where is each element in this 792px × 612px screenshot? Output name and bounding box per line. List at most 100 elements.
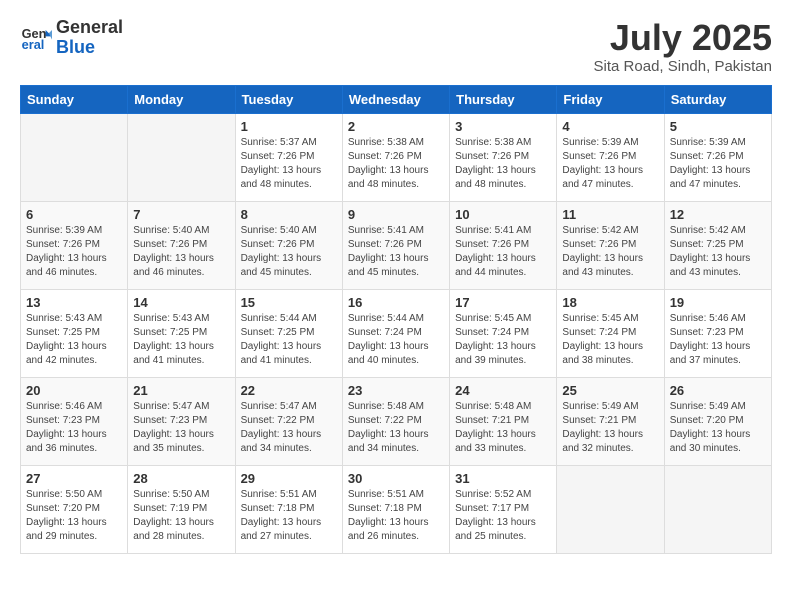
week-row-3: 13 Sunrise: 5:43 AMSunset: 7:25 PMDayligh… — [21, 289, 772, 377]
day-cell: 12 Sunrise: 5:42 AMSunset: 7:25 PMDayligh… — [664, 201, 771, 289]
day-number: 28 — [133, 471, 229, 486]
day-cell: 25Sunrise: 5:49 AMSunset: 7:21 PMDayligh… — [557, 377, 664, 465]
weekday-header-tuesday: Tuesday — [235, 85, 342, 113]
weekday-header-wednesday: Wednesday — [342, 85, 449, 113]
logo-icon: Gen eral — [20, 22, 52, 54]
day-number: 9 — [348, 207, 444, 222]
week-row-1: 1 Sunrise: 5:37 AMSunset: 7:26 PMDaylight… — [21, 113, 772, 201]
day-cell: 16 Sunrise: 5:44 AMSunset: 7:24 PMDayligh… — [342, 289, 449, 377]
day-number: 15 — [241, 295, 337, 310]
week-row-5: 27 Sunrise: 5:50 AMSunset: 7:20 PMDayligh… — [21, 465, 772, 553]
day-info: Sunrise: 5:52 AMSunset: 7:17 PMDaylight:… — [455, 488, 551, 544]
day-number: 27 — [26, 471, 122, 486]
day-number: 21 — [133, 383, 229, 398]
day-cell: 5 Sunrise: 5:39 AMSunset: 7:26 PMDaylight… — [664, 113, 771, 201]
weekday-header-thursday: Thursday — [450, 85, 557, 113]
day-number: 22 — [241, 383, 337, 398]
day-info: Sunrise: 5:46 AMSunset: 7:23 PMDaylight:… — [26, 400, 122, 456]
day-number: 30 — [348, 471, 444, 486]
day-cell: 10 Sunrise: 5:41 AMSunset: 7:26 PMDayligh… — [450, 201, 557, 289]
day-number: 19 — [670, 295, 766, 310]
weekday-header-friday: Friday — [557, 85, 664, 113]
day-number: 3 — [455, 119, 551, 134]
day-cell: 15 Sunrise: 5:44 AMSunset: 7:25 PMDayligh… — [235, 289, 342, 377]
day-info: Sunrise: 5:39 AMSunset: 7:26 PMDaylight:… — [562, 136, 658, 192]
day-cell: 2 Sunrise: 5:38 AMSunset: 7:26 PMDaylight… — [342, 113, 449, 201]
day-info: Sunrise: 5:38 AMSunset: 7:26 PMDaylight:… — [348, 136, 444, 192]
day-number: 2 — [348, 119, 444, 134]
day-number: 17 — [455, 295, 551, 310]
day-info: Sunrise: 5:42 AMSunset: 7:25 PMDaylight:… — [670, 224, 766, 280]
day-cell: 6Sunrise: 5:39 AMSunset: 7:26 PMDaylight… — [21, 201, 128, 289]
day-cell: 17 Sunrise: 5:45 AMSunset: 7:24 PMDayligh… — [450, 289, 557, 377]
day-number: 18 — [562, 295, 658, 310]
day-number: 20 — [26, 383, 122, 398]
calendar-page: Gen eral General Blue July 2025 Sita Roa… — [0, 0, 792, 572]
day-info: Sunrise: 5:42 AMSunset: 7:26 PMDaylight:… — [562, 224, 658, 280]
day-cell: 7Sunrise: 5:40 AMSunset: 7:26 PMDaylight… — [128, 201, 235, 289]
day-info: Sunrise: 5:51 AMSunset: 7:18 PMDaylight:… — [241, 488, 337, 544]
day-cell — [557, 465, 664, 553]
day-number: 31 — [455, 471, 551, 486]
day-info: Sunrise: 5:49 AMSunset: 7:20 PMDaylight:… — [670, 400, 766, 456]
day-info: Sunrise: 5:49 AMSunset: 7:21 PMDaylight:… — [562, 400, 658, 456]
day-info: Sunrise: 5:44 AMSunset: 7:24 PMDaylight:… — [348, 312, 444, 368]
day-cell: 14 Sunrise: 5:43 AMSunset: 7:25 PMDayligh… — [128, 289, 235, 377]
day-info: Sunrise: 5:47 AMSunset: 7:23 PMDaylight:… — [133, 400, 229, 456]
location: Sita Road, Sindh, Pakistan — [594, 58, 772, 75]
day-number: 14 — [133, 295, 229, 310]
day-cell: 1 Sunrise: 5:37 AMSunset: 7:26 PMDaylight… — [235, 113, 342, 201]
day-info: Sunrise: 5:46 AMSunset: 7:23 PMDaylight:… — [670, 312, 766, 368]
day-info: Sunrise: 5:48 AMSunset: 7:22 PMDaylight:… — [348, 400, 444, 456]
day-info: Sunrise: 5:44 AMSunset: 7:25 PMDaylight:… — [241, 312, 337, 368]
day-info: Sunrise: 5:43 AMSunset: 7:25 PMDaylight:… — [26, 312, 122, 368]
weekday-header-saturday: Saturday — [664, 85, 771, 113]
title-block: July 2025 Sita Road, Sindh, Pakistan — [594, 18, 772, 75]
day-number: 12 — [670, 207, 766, 222]
day-cell: 23 Sunrise: 5:48 AMSunset: 7:22 PMDayligh… — [342, 377, 449, 465]
day-number: 5 — [670, 119, 766, 134]
day-number: 23 — [348, 383, 444, 398]
day-cell: 9Sunrise: 5:41 AMSunset: 7:26 PMDaylight… — [342, 201, 449, 289]
day-cell: 8Sunrise: 5:40 AMSunset: 7:26 PMDaylight… — [235, 201, 342, 289]
day-number: 1 — [241, 119, 337, 134]
day-info: Sunrise: 5:45 AMSunset: 7:24 PMDaylight:… — [455, 312, 551, 368]
weekday-header-monday: Monday — [128, 85, 235, 113]
day-info: Sunrise: 5:45 AMSunset: 7:24 PMDaylight:… — [562, 312, 658, 368]
calendar-table: SundayMondayTuesdayWednesdayThursdayFrid… — [20, 85, 772, 554]
day-cell: 26 Sunrise: 5:49 AMSunset: 7:20 PMDayligh… — [664, 377, 771, 465]
day-number: 26 — [670, 383, 766, 398]
day-info: Sunrise: 5:38 AMSunset: 7:26 PMDaylight:… — [455, 136, 551, 192]
day-number: 16 — [348, 295, 444, 310]
day-cell: 22 Sunrise: 5:47 AMSunset: 7:22 PMDayligh… — [235, 377, 342, 465]
day-info: Sunrise: 5:39 AMSunset: 7:26 PMDaylight:… — [670, 136, 766, 192]
day-info: Sunrise: 5:50 AMSunset: 7:20 PMDaylight:… — [26, 488, 122, 544]
day-cell: 31 Sunrise: 5:52 AMSunset: 7:17 PMDayligh… — [450, 465, 557, 553]
day-cell: 24Sunrise: 5:48 AMSunset: 7:21 PMDayligh… — [450, 377, 557, 465]
day-info: Sunrise: 5:47 AMSunset: 7:22 PMDaylight:… — [241, 400, 337, 456]
day-cell: 19 Sunrise: 5:46 AMSunset: 7:23 PMDayligh… — [664, 289, 771, 377]
day-cell: 21 Sunrise: 5:47 AMSunset: 7:23 PMDayligh… — [128, 377, 235, 465]
day-info: Sunrise: 5:37 AMSunset: 7:26 PMDaylight:… — [241, 136, 337, 192]
logo-text: General Blue — [56, 18, 123, 58]
day-cell: 3 Sunrise: 5:38 AMSunset: 7:26 PMDaylight… — [450, 113, 557, 201]
day-info: Sunrise: 5:43 AMSunset: 7:25 PMDaylight:… — [133, 312, 229, 368]
day-number: 13 — [26, 295, 122, 310]
day-info: Sunrise: 5:39 AMSunset: 7:26 PMDaylight:… — [26, 224, 122, 280]
day-cell — [664, 465, 771, 553]
day-number: 10 — [455, 207, 551, 222]
day-cell — [21, 113, 128, 201]
day-cell: 4 Sunrise: 5:39 AMSunset: 7:26 PMDaylight… — [557, 113, 664, 201]
day-number: 11 — [562, 207, 658, 222]
day-cell: 11 Sunrise: 5:42 AMSunset: 7:26 PMDayligh… — [557, 201, 664, 289]
day-info: Sunrise: 5:48 AMSunset: 7:21 PMDaylight:… — [455, 400, 551, 456]
day-number: 29 — [241, 471, 337, 486]
day-cell: 29 Sunrise: 5:51 AMSunset: 7:18 PMDayligh… — [235, 465, 342, 553]
svg-text:eral: eral — [22, 37, 45, 52]
day-info: Sunrise: 5:41 AMSunset: 7:26 PMDaylight:… — [455, 224, 551, 280]
day-cell: 28Sunrise: 5:50 AMSunset: 7:19 PMDayligh… — [128, 465, 235, 553]
day-number: 7 — [133, 207, 229, 222]
day-number: 4 — [562, 119, 658, 134]
day-cell: 13 Sunrise: 5:43 AMSunset: 7:25 PMDayligh… — [21, 289, 128, 377]
day-number: 8 — [241, 207, 337, 222]
